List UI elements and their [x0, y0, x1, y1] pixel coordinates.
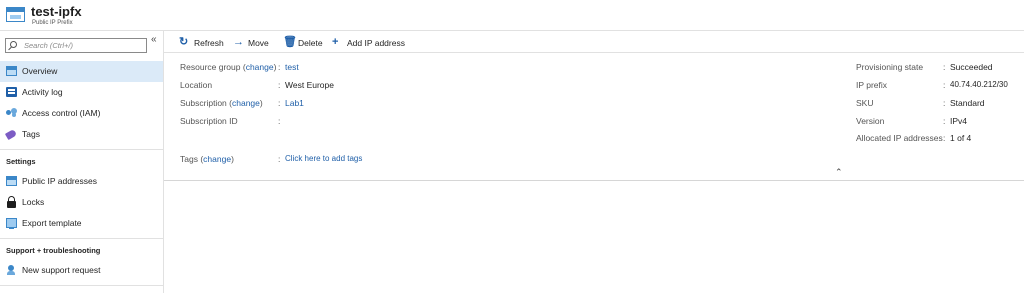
activity-log-icon — [6, 87, 17, 97]
change-tags-link[interactable]: change — [203, 154, 231, 164]
resource-header: test-ipfx Public IP Prefix — [0, 0, 1024, 31]
change-resource-group-link[interactable]: change — [246, 62, 274, 72]
resource-menu: Search (Ctrl+/) « Overview Activity log … — [0, 31, 164, 293]
search-placeholder: Search (Ctrl+/) — [24, 41, 73, 50]
search-input[interactable]: Search (Ctrl+/) — [5, 38, 147, 53]
tags-label: Tags (change) — [180, 154, 234, 164]
add-ip-address-button[interactable]: + Add IP address — [332, 37, 412, 49]
public-ip-icon — [6, 176, 17, 186]
ip-prefix-label: IP prefix — [856, 80, 888, 90]
resource-type: Public IP Prefix — [32, 20, 73, 26]
refresh-icon: ↻ — [179, 36, 189, 48]
separator: : — [278, 154, 281, 164]
menu-item-label: Access control (IAM) — [22, 108, 101, 118]
allocated-ip-label: Allocated IP addresses — [856, 133, 943, 143]
refresh-button[interactable]: ↻ Refresh — [179, 37, 237, 49]
lock-icon — [7, 196, 16, 208]
export-template-icon — [6, 218, 17, 229]
sku-value: Standard — [950, 98, 985, 108]
separator: : — [278, 98, 281, 108]
subscription-label: Subscription (change) — [180, 98, 263, 108]
provisioning-state-label: Provisioning state — [856, 62, 924, 72]
public-ip-prefix-icon — [6, 7, 25, 22]
menu-item-label: Overview — [22, 66, 58, 76]
delete-button[interactable]: 🗑 Delete — [283, 37, 329, 49]
menu-item-tags[interactable]: Tags — [0, 124, 163, 145]
menu-divider — [0, 285, 163, 286]
section-heading-settings: Settings — [6, 157, 36, 166]
menu-item-label: New support request — [22, 265, 101, 275]
separator: : — [278, 80, 281, 90]
section-heading-support: Support + troubleshooting — [6, 246, 101, 255]
plus-icon: + — [332, 36, 339, 48]
move-button[interactable]: → Move — [233, 37, 279, 49]
menu-item-activity-log[interactable]: Activity log — [0, 82, 163, 103]
location-value: West Europe — [285, 80, 334, 90]
command-bar: ↻ Refresh → Move 🗑 Delete + Add IP addre… — [164, 31, 1024, 53]
subscription-value[interactable]: Lab1 — [285, 98, 304, 108]
essentials-divider — [164, 180, 1024, 181]
version-label: Version — [856, 116, 885, 126]
subscription-id-label: Subscription ID — [180, 116, 238, 126]
version-value: IPv4 — [950, 116, 968, 126]
change-subscription-link[interactable]: change — [232, 98, 260, 108]
menu-divider — [0, 149, 163, 150]
separator: : — [943, 133, 946, 143]
separator: : — [943, 98, 946, 108]
menu-item-export-template[interactable]: Export template — [0, 213, 163, 234]
ip-prefix-value: 40.74.40.212/30 — [950, 80, 1008, 89]
support-icon — [6, 265, 17, 275]
separator: : — [278, 62, 281, 72]
menu-item-overview[interactable]: Overview — [0, 61, 163, 82]
menu-item-label: Export template — [22, 218, 82, 228]
resource-group-value[interactable]: test — [285, 62, 299, 72]
move-label: Move — [248, 38, 269, 48]
menu-item-iam[interactable]: Access control (IAM) — [0, 103, 163, 124]
search-icon — [10, 41, 17, 48]
menu-item-public-ip-addresses[interactable]: Public IP addresses — [0, 171, 163, 192]
sku-label: SKU — [856, 98, 874, 108]
separator: : — [943, 80, 946, 90]
delete-label: Delete — [298, 38, 323, 48]
separator: : — [278, 116, 281, 126]
refresh-label: Refresh — [194, 38, 224, 48]
menu-item-label: Locks — [22, 197, 45, 207]
menu-item-label: Tags — [22, 129, 40, 139]
menu-item-label: Public IP addresses — [22, 176, 97, 186]
add-ip-label: Add IP address — [347, 38, 405, 48]
menu-divider — [0, 238, 163, 239]
tag-icon — [4, 128, 18, 141]
arrow-right-icon: → — [233, 36, 244, 48]
iam-icon — [6, 108, 17, 118]
menu-item-locks[interactable]: Locks — [0, 192, 163, 213]
separator: : — [943, 116, 946, 126]
collapse-essentials-icon[interactable]: ⌃ — [835, 167, 843, 178]
collapse-menu-button[interactable]: « — [151, 34, 157, 45]
location-label: Location — [180, 80, 213, 90]
provisioning-state-value: Succeeded — [950, 62, 993, 72]
resource-title: test-ipfx — [31, 4, 82, 19]
menu-item-label: Activity log — [22, 87, 63, 97]
add-tags-link[interactable]: Click here to add tags — [285, 154, 362, 163]
menu-item-new-support-request[interactable]: New support request — [0, 260, 163, 281]
separator: : — [943, 62, 946, 72]
resource-group-label: Resource group (change) — [180, 62, 277, 72]
trash-icon: 🗑 — [283, 36, 297, 48]
allocated-ip-value: 1 of 4 — [950, 133, 972, 143]
overview-icon — [6, 66, 17, 76]
